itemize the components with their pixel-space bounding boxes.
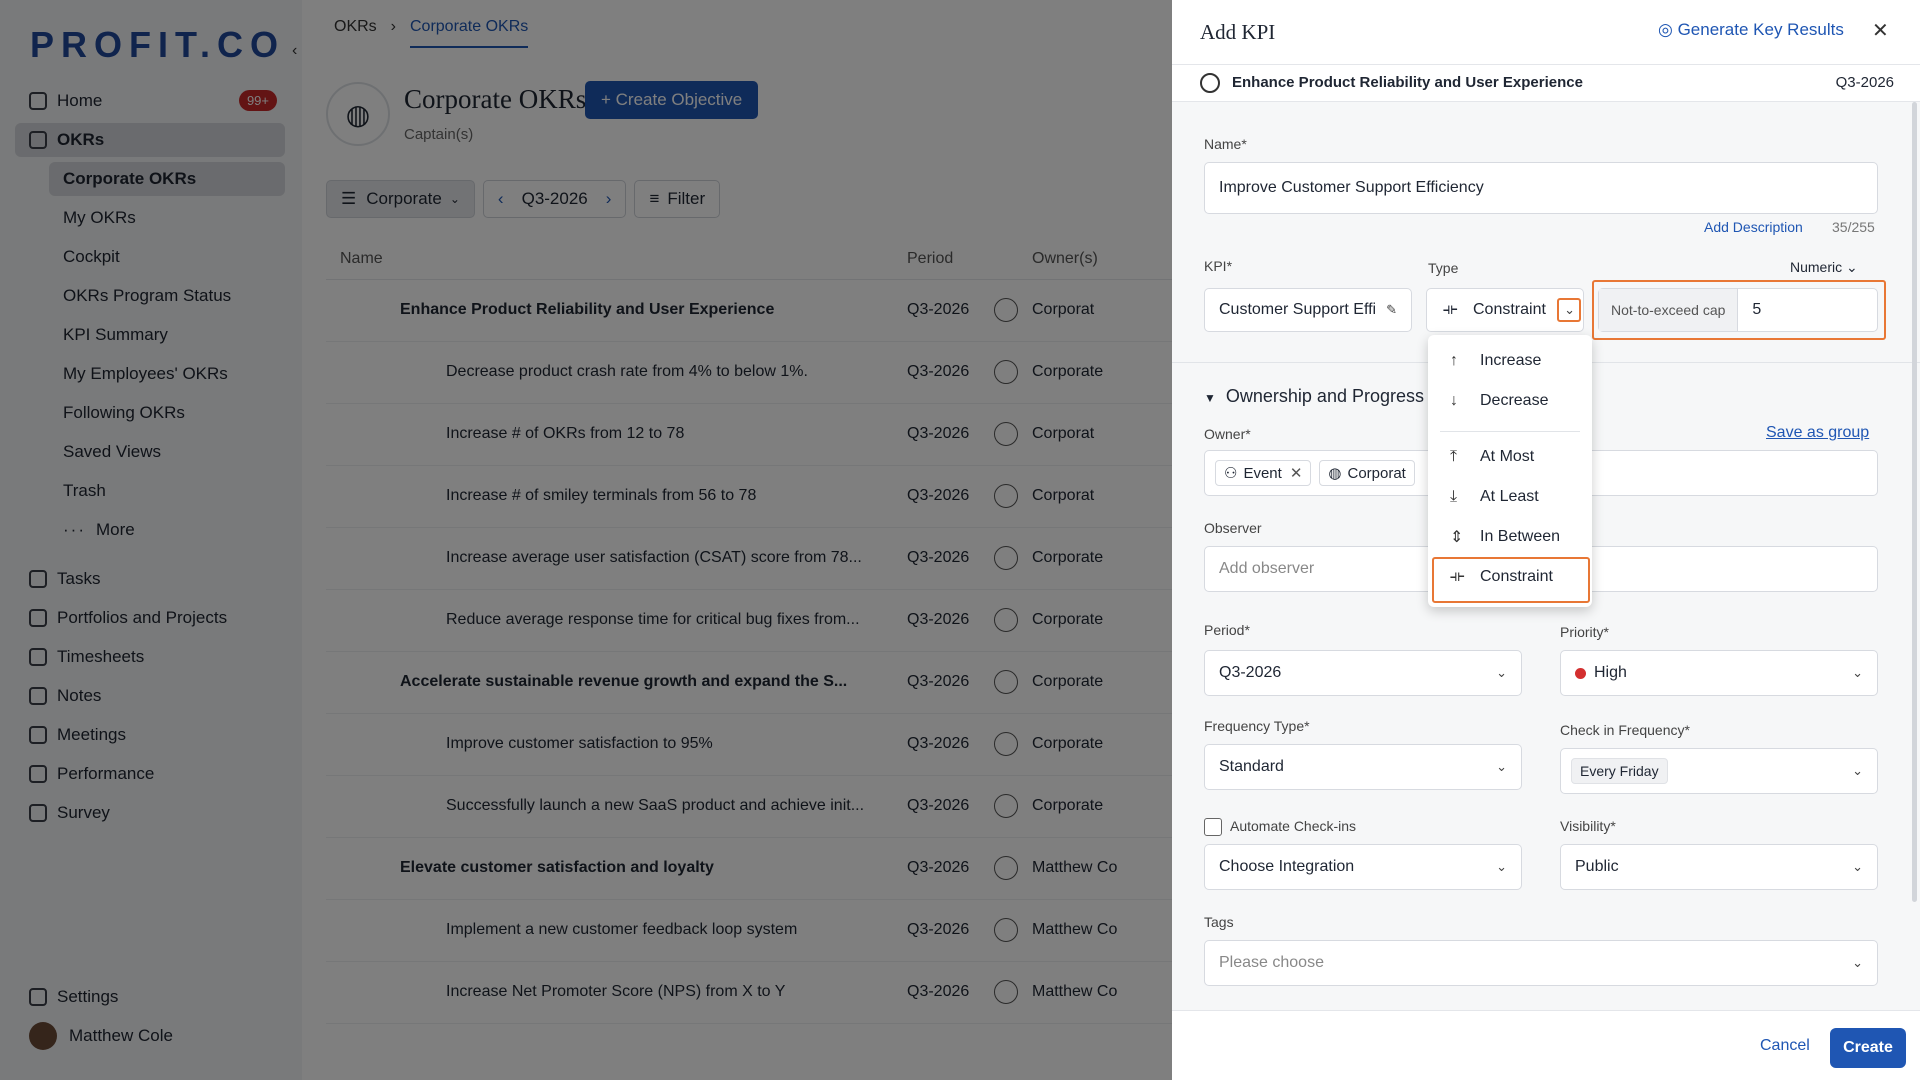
priority-select[interactable]: High ⌄ [1560,650,1878,696]
priority-dot-icon [1575,667,1586,679]
add-description-link[interactable]: Add Description [1704,219,1803,235]
pencil-icon[interactable]: ✎ [1386,302,1397,318]
at-least-icon: ⤓ [1450,488,1458,505]
automate-checkins-checkbox[interactable] [1204,818,1222,836]
choose-integration-select[interactable]: Choose Integration ⌄ [1204,844,1522,890]
type-option-in-between[interactable]: ⇕ In Between [1428,517,1592,557]
frequency-type-label: Frequency Type* [1204,718,1310,734]
collapse-icon: ▼ [1204,391,1216,405]
type-option-increase[interactable]: ↑ Increase [1428,341,1592,381]
chevron-highlight [1557,298,1581,322]
type-label: Type [1428,260,1459,276]
chevron-down-icon: ⌄ [1496,859,1507,874]
type-option-decrease[interactable]: ↓ Decrease [1428,381,1592,421]
period-label: Period* [1204,622,1250,638]
arrow-up-icon: ↑ [1450,352,1458,369]
checkin-frequency-label: Check in Frequency* [1560,722,1690,738]
objective-bar: Enhance Product Reliability and User Exp… [1172,64,1920,102]
period-select[interactable]: Q3-2026 ⌄ [1204,650,1522,696]
type-option-at-most[interactable]: ⤒ At Most [1428,437,1592,477]
owner-chip-corporate: ◍ Corporat [1319,460,1415,486]
constraint-option-highlight [1432,557,1590,603]
objective-name: Enhance Product Reliability and User Exp… [1232,74,1583,91]
section-ownership[interactable]: ▼ Ownership and Progress [1204,386,1424,407]
visibility-label: Visibility* [1560,818,1616,834]
chevron-down-icon: ⌄ [1496,759,1507,774]
cap-highlight [1592,280,1886,340]
char-count: 35/255 [1832,219,1875,235]
target-icon [1200,73,1220,93]
generate-key-results-link[interactable]: ◎ Generate Key Results [1658,20,1844,40]
kpi-label: KPI* [1204,258,1233,274]
chevron-down-icon: ⌄ [1852,763,1863,778]
owner-chip-event: ⚇ Event ✕ [1215,460,1312,486]
cancel-button[interactable]: Cancel [1760,1037,1810,1055]
globe-icon: ◍ [1328,465,1342,482]
chevron-down-icon: ⌄ [1852,859,1863,874]
objective-period: Q3-2026 [1835,74,1894,91]
name-input[interactable]: Improve Customer Support Efficiency [1204,162,1878,214]
type-dropdown-menu: ↑ Increase ↓ Decrease ⤒ At Most ⤓ At Least ⇕… [1428,335,1592,607]
kpi-input[interactable]: Customer Support Effi ✎ [1204,288,1412,332]
automate-checkins-label: Automate Check-ins [1230,818,1357,834]
sparkle-icon: ◎ [1658,20,1678,39]
owner-label: Owner* [1204,426,1251,442]
panel-title: Add KPI [1200,20,1276,44]
checkin-frequency-select[interactable]: Every Friday ⌄ [1560,748,1878,794]
numeric-selector[interactable]: Numeric ⌄ [1790,259,1858,276]
dropdown-divider [1440,431,1580,432]
panel-footer: Cancel Create [1172,1010,1920,1080]
tags-label: Tags [1204,914,1234,930]
chevron-down-icon: ⌄ [1852,665,1863,680]
create-button[interactable]: Create [1830,1028,1906,1068]
close-icon[interactable]: ✕ [1872,18,1889,43]
arrow-down-icon: ↓ [1450,392,1458,409]
priority-label: Priority* [1560,624,1610,640]
name-label: Name* [1204,136,1247,152]
scrollbar[interactable] [1912,102,1917,902]
save-as-group-link[interactable]: Save as group [1766,424,1869,442]
remove-chip-icon[interactable]: ✕ [1290,464,1303,482]
constraint-icon: ⟛ [1443,301,1458,318]
type-option-at-least[interactable]: ⤓ At Least [1428,477,1592,517]
visibility-select[interactable]: Public ⌄ [1560,844,1878,890]
tags-select[interactable]: Please choose ⌄ [1204,940,1878,986]
observer-label: Observer [1204,520,1262,536]
at-most-icon: ⤒ [1450,448,1458,465]
in-between-icon: ⇕ [1450,529,1464,546]
frequency-type-select[interactable]: Standard ⌄ [1204,744,1522,790]
group-icon: ⚇ [1224,465,1238,482]
chevron-down-icon: ⌄ [1852,955,1863,970]
chevron-down-icon: ⌄ [1496,665,1507,680]
